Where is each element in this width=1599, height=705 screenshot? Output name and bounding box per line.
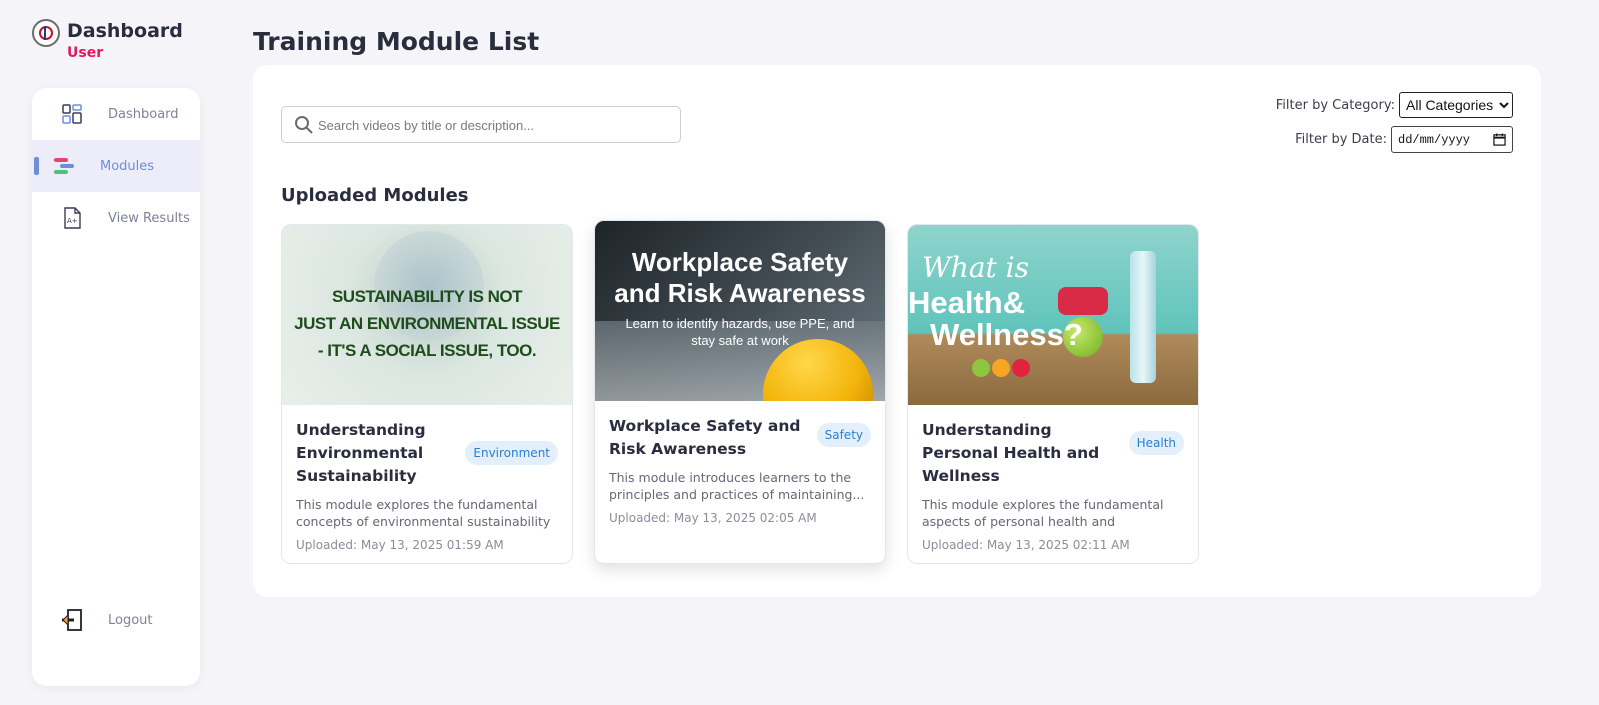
category-badge: Health — [1128, 431, 1184, 455]
category-badge: Environment — [465, 441, 558, 465]
module-title: Understanding Personal Health and Wellne… — [922, 421, 1100, 485]
heart-icon — [1012, 359, 1030, 377]
module-card[interactable]: Workplace Safety and Risk Awareness Lear… — [594, 220, 886, 564]
thumb-text: - IT'S A SOCIAL ISSUE, TOO. — [317, 341, 537, 360]
module-description: This module explores the fundamental con… — [296, 497, 551, 529]
active-indicator — [34, 157, 39, 175]
module-upload-date: Uploaded: May 13, 2025 02:11 AM — [922, 538, 1130, 552]
category-badge: Safety — [816, 423, 871, 447]
module-title: Workplace Safety and Risk Awareness — [609, 417, 801, 458]
module-upload-date: Uploaded: May 13, 2025 02:05 AM — [609, 511, 817, 525]
modules-panel: Filter by Category: All Categories Filte… — [253, 65, 1541, 597]
bottle-icon — [1130, 251, 1156, 383]
thumb-text: JUST AN ENVIRONMENTAL ISSUE — [294, 314, 560, 333]
logout-label: Logout — [108, 612, 153, 628]
category-select[interactable]: All Categories — [1399, 92, 1513, 118]
module-upload-date: Uploaded: May 13, 2025 01:59 AM — [296, 538, 504, 552]
modules-icon — [54, 158, 74, 174]
module-thumbnail: SUSTAINABILITY IS NOT JUST AN ENVIRONMEN… — [282, 225, 572, 405]
module-thumbnail: What is Health& Wellness? — [908, 225, 1198, 405]
date-filter: Filter by Date: dd/mm/yyyy — [1295, 126, 1513, 153]
date-filter-label: Filter by Date: — [1295, 132, 1387, 147]
module-card[interactable]: SUSTAINABILITY IS NOT JUST AN ENVIRONMEN… — [281, 224, 573, 564]
thumb-text: Health& — [908, 285, 1026, 320]
thumb-text: Workplace Safety — [631, 247, 849, 277]
logo-icon — [32, 19, 60, 47]
sidebar-item-dashboard[interactable]: Dashboard — [32, 88, 200, 140]
search-input[interactable] — [318, 113, 668, 137]
sidebar-item-label: Modules — [100, 158, 155, 174]
module-description: This module explores the fundamental asp… — [922, 497, 1164, 529]
page-title: Training Module List — [253, 27, 540, 56]
module-thumbnail: Workplace Safety and Risk Awareness Lear… — [595, 221, 885, 401]
thumb-text: Learn to identify hazards, use PPE, and — [625, 316, 855, 331]
fitness-icon — [992, 359, 1010, 377]
sidebar-item-label: Dashboard — [108, 106, 179, 122]
thumb-text: SUSTAINABILITY IS NOT — [331, 287, 523, 306]
section-title: Uploaded Modules — [281, 185, 469, 206]
nutrition-icon — [972, 359, 990, 377]
brand: Dashboard User — [32, 18, 183, 62]
module-title: Understanding Environmental Sustainabili… — [296, 421, 426, 485]
dashboard-icon — [62, 104, 82, 124]
category-filter: Filter by Category: All Categories — [1276, 92, 1513, 118]
search-box — [281, 106, 681, 143]
logout-icon — [62, 609, 82, 631]
thumb-text: What is — [922, 251, 1029, 284]
calendar-icon[interactable] — [1493, 133, 1506, 146]
sidebar-item-view-results[interactable]: A+ View Results — [32, 192, 200, 244]
module-card[interactable]: What is Health& Wellness? Health Underst… — [907, 224, 1199, 564]
sidebar: Dashboard Modules A+ View Results Logout — [32, 88, 200, 686]
thumb-text: and Risk Awareness — [614, 278, 866, 308]
sidebar-item-label: View Results — [108, 210, 190, 226]
thumb-text: Wellness? — [930, 317, 1083, 352]
search-icon — [295, 116, 313, 134]
date-placeholder: dd/mm/yyyy — [1398, 132, 1471, 147]
app-title: Dashboard — [67, 20, 183, 42]
svg-text:A+: A+ — [67, 217, 78, 225]
date-input[interactable]: dd/mm/yyyy — [1391, 126, 1513, 153]
results-icon: A+ — [64, 207, 81, 229]
sidebar-item-modules[interactable]: Modules — [32, 140, 200, 192]
user-role: User — [67, 45, 104, 61]
module-description: This module introduces learners to the p… — [609, 470, 865, 502]
logout-button[interactable]: Logout — [32, 594, 200, 646]
category-filter-label: Filter by Category: — [1275, 97, 1395, 113]
thumb-text: stay safe at work — [691, 333, 789, 348]
